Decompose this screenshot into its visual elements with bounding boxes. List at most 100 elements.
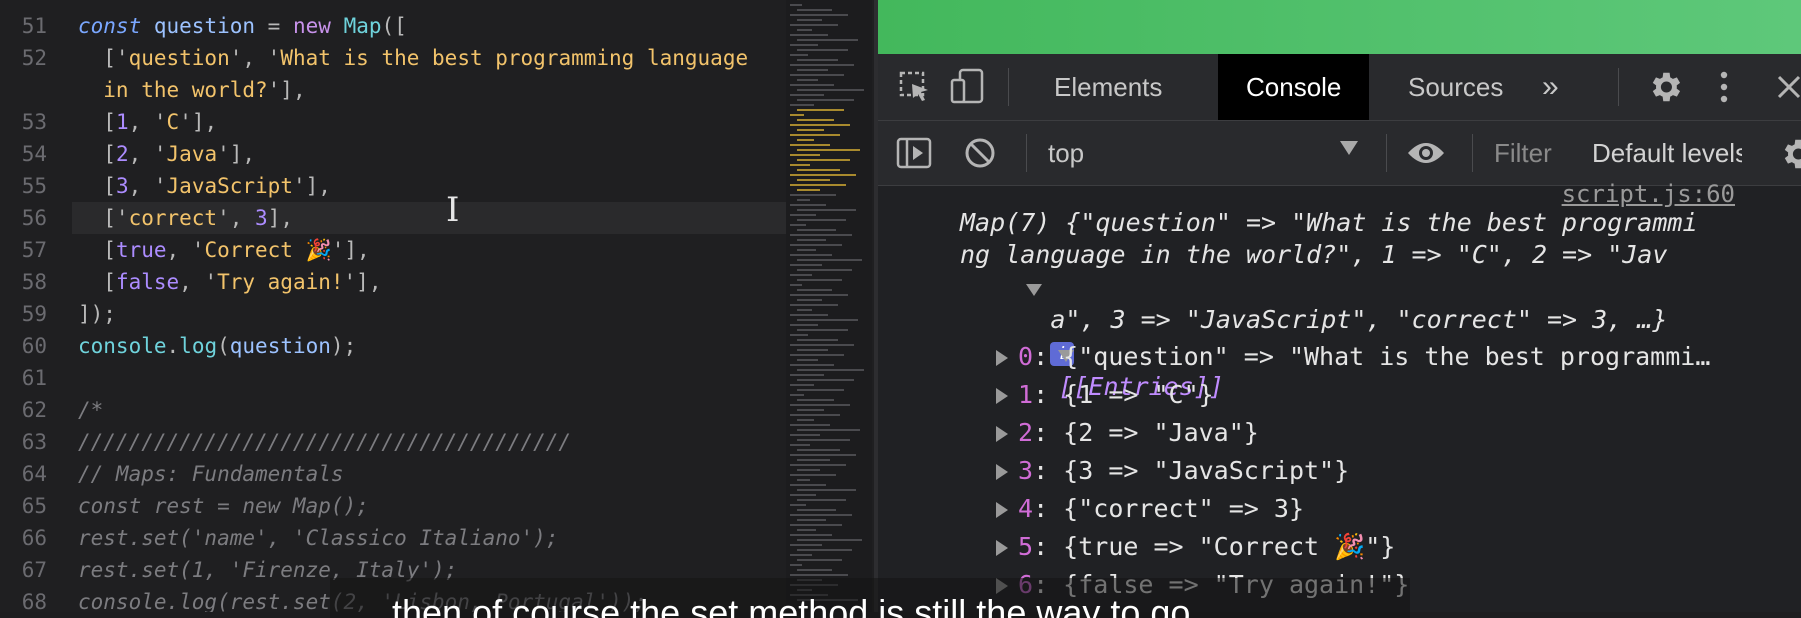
map-entry[interactable]: 5: {true => "Correct 🎉"} <box>996 530 1395 563</box>
expand-triangle-icon[interactable] <box>996 426 1008 442</box>
inspect-element-icon[interactable] <box>898 70 932 104</box>
settings-gear-icon[interactable] <box>1646 68 1684 106</box>
minimap-line <box>790 24 838 26</box>
code-token: [ <box>78 110 116 134</box>
line-number: 58 <box>21 270 47 294</box>
minimap-line <box>797 99 854 101</box>
code-line[interactable]: rest.set('name', 'Classico Italiano'); <box>78 522 784 554</box>
toolbar-separator <box>1008 68 1009 106</box>
code-line[interactable]: in the world?'], <box>78 74 784 106</box>
toolbar-separator <box>1618 68 1619 106</box>
minimap-line <box>790 34 828 36</box>
minimap-line <box>790 514 852 516</box>
context-selector[interactable]: top <box>1048 121 1084 185</box>
map-entry[interactable]: 4: {"correct" => 3} <box>996 492 1304 525</box>
minimap-line <box>790 494 816 496</box>
line-number: 67 <box>21 558 47 582</box>
minimap-line <box>790 84 834 86</box>
clear-console-icon[interactable] <box>964 137 996 169</box>
minimap-line <box>797 519 826 521</box>
live-expression-eye-icon[interactable] <box>1406 139 1446 167</box>
code-line[interactable]: [2, 'Java'], <box>78 138 784 170</box>
entry-value: {2 => "Java"} <box>1063 418 1259 447</box>
device-toolbar-icon[interactable] <box>950 68 986 106</box>
map-entry[interactable]: 0: {"question" => "What is the best prog… <box>996 340 1710 373</box>
minimap-line <box>797 389 844 391</box>
code-line[interactable]: ['correct', 3], <box>72 202 786 234</box>
code-token: ([ <box>381 14 407 38</box>
code-line[interactable]: console.log(question); <box>78 330 784 362</box>
minimap-line <box>790 564 802 566</box>
entry-colon: : <box>1033 494 1064 523</box>
tab-elements[interactable]: Elements <box>1026 54 1190 120</box>
code-line[interactable]: [false, 'Try again!'], <box>78 266 784 298</box>
code-token: true <box>115 238 167 262</box>
console-settings-gear-icon[interactable] <box>1778 135 1801 173</box>
tab-console[interactable]: Console <box>1218 54 1370 120</box>
map-entry[interactable]: 3: {3 => "JavaScript"} <box>996 454 1349 487</box>
map-summary-line-2[interactable]: ng language in the world?", 1 => "C", 2 … <box>960 238 1667 271</box>
line-number: 60 <box>21 334 47 358</box>
page-content-banner <box>878 0 1801 54</box>
code-line[interactable] <box>78 362 784 394</box>
minimap-line <box>790 294 848 296</box>
code-token: Map <box>343 14 382 38</box>
code-line[interactable]: const question = new Map([ <box>78 10 784 42</box>
code-token: const <box>78 14 142 38</box>
toolbar-separator <box>1472 134 1473 172</box>
log-levels-dropdown[interactable]: Default levels <box>1592 121 1742 185</box>
line-number: 62 <box>21 398 47 422</box>
code-token: '], <box>179 110 218 134</box>
map-entry[interactable]: 1: {1 => "C"} <box>996 378 1214 411</box>
code-line[interactable]: ]); <box>78 298 784 330</box>
code-line[interactable]: [3, 'JavaScript'], <box>78 170 784 202</box>
more-tabs-button[interactable]: » <box>1532 54 1569 120</box>
entry-colon: : <box>1033 456 1064 485</box>
code-editor[interactable]: 51 52 53 54 55 56 57 58 59 60 61 62 63 64 65 66 67 68 con… <box>0 0 878 612</box>
minimap-line <box>797 259 862 261</box>
minimap-line <box>797 539 862 541</box>
code-line[interactable]: /////////////////////////////////////// <box>78 426 784 458</box>
expand-triangle-icon[interactable] <box>996 502 1008 518</box>
minimap-line <box>797 109 844 111</box>
expand-triangle-icon[interactable] <box>996 540 1008 556</box>
code-token: [' <box>78 46 129 70</box>
map-entry[interactable]: 2: {2 => "Java"} <box>996 416 1259 449</box>
minimap-line <box>797 529 816 531</box>
expand-triangle-icon[interactable] <box>996 350 1008 366</box>
line-number: 68 <box>21 590 47 612</box>
expand-triangle-icon[interactable] <box>996 464 1008 480</box>
minimap-line <box>797 149 860 151</box>
code-line[interactable]: [true, 'Correct 🎉'], <box>78 234 784 266</box>
code-line[interactable]: const rest = new Map(); <box>78 490 784 522</box>
code-token: = <box>255 14 293 38</box>
minimap-line <box>797 139 814 141</box>
close-devtools-icon[interactable] <box>1776 74 1801 100</box>
tab-sources[interactable]: Sources <box>1380 54 1531 120</box>
code-token: ]); <box>78 302 116 326</box>
show-sidebar-icon[interactable] <box>896 135 932 171</box>
console-toolbar: top Filter Default levels <box>878 121 1801 186</box>
minimap-line <box>790 574 848 576</box>
entry-index: 0 <box>1018 342 1034 371</box>
expand-triangle-icon[interactable] <box>996 388 1008 404</box>
filter-input[interactable]: Filter <box>1494 121 1552 185</box>
line-number: 66 <box>21 526 47 550</box>
console-output: script.js:60 Map(7) {"question" => "What… <box>878 180 1801 612</box>
chevron-down-icon[interactable] <box>1340 141 1358 155</box>
code-token: ( <box>217 334 230 358</box>
minimap-line <box>790 464 846 466</box>
more-options-icon[interactable] <box>1718 70 1730 104</box>
code-token: , ' <box>179 270 218 294</box>
code-line[interactable]: ['question', 'What is the best programmi… <box>78 42 784 74</box>
minimap-line <box>797 299 822 301</box>
minimap-line <box>790 454 856 456</box>
minimap-line <box>790 194 836 196</box>
minimap-line <box>790 14 848 16</box>
code-line[interactable]: /* <box>78 394 784 426</box>
minimap[interactable] <box>786 0 872 612</box>
code-line[interactable]: // Maps: Fundamentals <box>78 458 784 490</box>
minimap-line <box>790 524 842 526</box>
code-line[interactable]: [1, 'C'], <box>78 106 784 138</box>
devtools-panel: Elements Console Sources » top Filter De… <box>878 0 1801 612</box>
